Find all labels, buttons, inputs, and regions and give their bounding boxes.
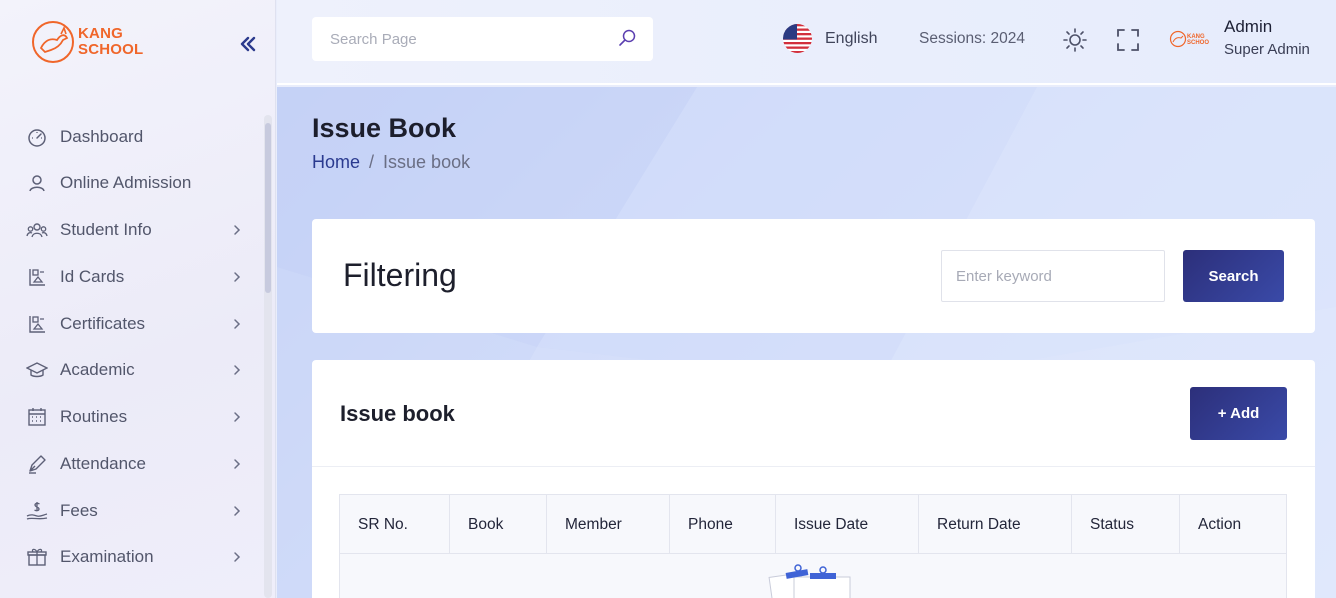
- breadcrumb-separator: /: [369, 152, 375, 172]
- chevron-right-icon: [234, 552, 241, 562]
- sun-icon[interactable]: [1062, 27, 1088, 53]
- breadcrumb-current: Issue book: [383, 152, 471, 172]
- search-button[interactable]: Search: [1183, 250, 1284, 302]
- user-role: Super Admin: [1224, 41, 1310, 58]
- calendar-icon: [28, 408, 46, 426]
- double-chevron-left-icon: [240, 36, 256, 52]
- session-selector[interactable]: Sessions: 2024: [919, 30, 1025, 48]
- sidebar-item-routines[interactable]: Routines: [0, 397, 264, 437]
- sidebar-scrollbar-thumb[interactable]: [265, 123, 271, 293]
- chevron-right-icon: [234, 365, 241, 375]
- speedometer-icon: [28, 129, 46, 147]
- brand-name-line2: SCHOOL: [78, 41, 144, 58]
- top-header: English Sessions: 2024 KANG SCHOOL Admin…: [277, 0, 1336, 85]
- chevron-right-icon: [234, 412, 241, 422]
- page-search-input[interactable]: [312, 17, 612, 61]
- sidebar-item-label: Student Info: [60, 220, 152, 239]
- sidebar-item-label: Examination: [60, 547, 154, 566]
- brand-name-line1: KANG: [78, 25, 123, 42]
- chevron-right-icon: [234, 319, 241, 329]
- id-card-icon: [29, 269, 45, 286]
- sidebar-item-label: Online Admission: [60, 173, 192, 192]
- sidebar-item-label: Attendance: [60, 454, 147, 473]
- gift-box-icon: [27, 548, 47, 566]
- money-hand-icon: [26, 502, 48, 520]
- user-name[interactable]: Admin: [1224, 17, 1272, 37]
- pen-icon: [29, 455, 46, 474]
- card-title: Issue book: [340, 401, 455, 426]
- language-selector[interactable]: English: [825, 30, 877, 48]
- chevron-right-icon: [234, 272, 241, 282]
- sidebar-item-label: Id Cards: [60, 267, 125, 286]
- sidebar-item-id-cards[interactable]: Id Cards: [0, 257, 264, 297]
- main-content: Issue Book Home / Issue book Filtering Sea…: [277, 87, 1336, 598]
- chevron-right-icon: [234, 506, 241, 516]
- chevron-right-icon: [234, 459, 241, 469]
- sidebar-item-student-info[interactable]: Student Info: [0, 210, 264, 250]
- sidebar-item-label: Certificates: [60, 314, 146, 333]
- breadcrumb-home-link[interactable]: Home: [312, 152, 360, 172]
- keyword-input[interactable]: [941, 250, 1165, 302]
- sidebar-item-academic[interactable]: Academic: [0, 350, 264, 390]
- column-header[interactable]: Member: [547, 495, 670, 554]
- fullscreen-icon[interactable]: [1115, 27, 1141, 53]
- column-header[interactable]: Issue Date: [776, 495, 919, 554]
- sidebar: KANG SCHOOL Dashboard Online Admission S…: [0, 0, 276, 598]
- brand-logo[interactable]: KANG SCHOOL: [31, 18, 151, 66]
- sidebar-item-label: Fees: [60, 501, 98, 520]
- column-header[interactable]: Status: [1072, 495, 1180, 554]
- kangaroo-logo-icon: KANG SCHOOL: [1169, 30, 1213, 48]
- sidebar-item-label: Routines: [60, 407, 128, 426]
- sidebar-collapse-button[interactable]: [236, 30, 260, 56]
- us-flag-icon[interactable]: [783, 24, 812, 53]
- page-search: [312, 17, 653, 61]
- brand-name: KANG SCHOOL: [78, 26, 143, 58]
- issue-book-card: Issue book + Add SR No. Book Member Phon…: [312, 360, 1315, 598]
- sidebar-item-attendance[interactable]: Attendance: [0, 444, 264, 484]
- issue-book-table: SR No. Book Member Phone Issue Date Retu…: [339, 494, 1287, 598]
- sidebar-item-fees[interactable]: Fees: [0, 491, 264, 531]
- column-header[interactable]: Book: [450, 495, 547, 554]
- add-button[interactable]: + Add: [1190, 387, 1287, 440]
- search-icon[interactable]: [617, 28, 637, 48]
- column-header[interactable]: Phone: [670, 495, 776, 554]
- sidebar-item-label: Academic: [60, 360, 135, 379]
- filter-title: Filtering: [343, 257, 457, 293]
- avatar[interactable]: KANG SCHOOL: [1169, 28, 1213, 50]
- column-header[interactable]: Action: [1180, 495, 1286, 554]
- table-header: SR No. Book Member Phone Issue Date Retu…: [340, 495, 1286, 554]
- graduation-cap-icon: [26, 362, 48, 378]
- user-icon: [29, 175, 45, 192]
- sidebar-item-label: Dashboard: [60, 127, 144, 146]
- page-title: Issue Book: [312, 113, 457, 143]
- sidebar-item-examination[interactable]: Examination: [0, 537, 264, 577]
- sidebar-item-dashboard[interactable]: Dashboard: [0, 117, 264, 157]
- empty-clipboard-icon: [768, 564, 851, 598]
- chevron-right-icon: [234, 225, 241, 235]
- column-header[interactable]: SR No.: [340, 495, 450, 554]
- users-group-icon: [26, 223, 48, 238]
- filter-card: Filtering Search: [312, 219, 1315, 333]
- certificate-icon: [29, 316, 45, 333]
- kangaroo-logo-icon: [32, 21, 74, 63]
- sidebar-item-certificates[interactable]: Certificates: [0, 304, 264, 344]
- svg-text:SCHOOL: SCHOOL: [1187, 40, 1209, 46]
- column-header[interactable]: Return Date: [919, 495, 1072, 554]
- divider: [312, 466, 1315, 467]
- sidebar-scrollbar[interactable]: [264, 115, 272, 598]
- sidebar-item-online-admission[interactable]: Online Admission: [0, 163, 264, 203]
- breadcrumb: Home / Issue book: [312, 152, 470, 173]
